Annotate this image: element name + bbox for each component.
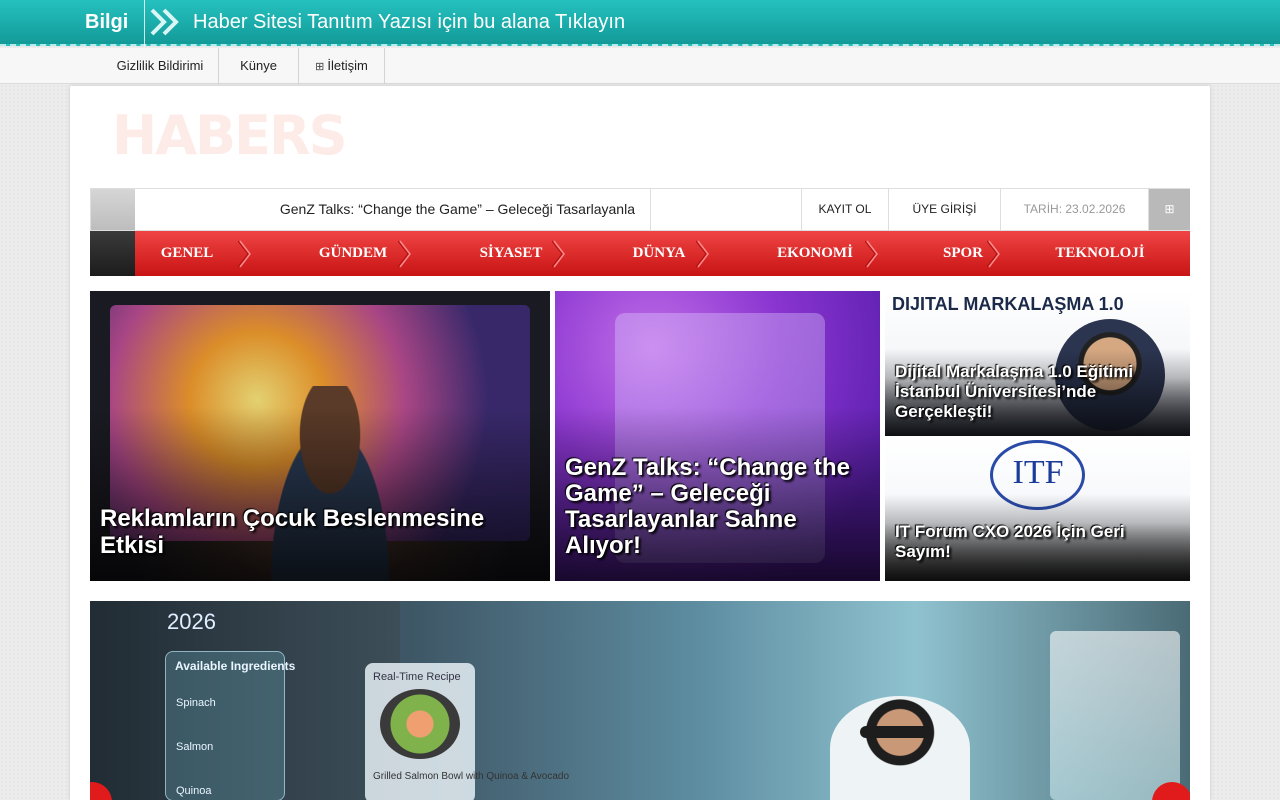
feature-title[interactable]: IT Forum CXO 2026 İçin Geri Sayım! bbox=[895, 522, 1178, 562]
secondary-nav: Gizlilik Bildirimi Künye ⊞ İletişim bbox=[0, 48, 1280, 84]
slider-image-glasses bbox=[860, 726, 932, 738]
feature-card[interactable]: GenZ Talks: “Change the Game” – Geleceği… bbox=[555, 291, 880, 581]
feature-card[interactable]: Reklamların Çocuk Beslenmesine Etkisi bbox=[90, 291, 550, 581]
double-chevron-right-icon bbox=[150, 8, 179, 36]
nav-privacy-label: Gizlilik Bildirimi bbox=[116, 58, 204, 73]
itf-logo: ITF bbox=[1012, 454, 1064, 491]
menu-separator-icon bbox=[238, 240, 251, 268]
menu-separator-icon bbox=[865, 240, 878, 268]
grid-icon[interactable]: ⊞ bbox=[1149, 189, 1190, 230]
menu-separator-icon bbox=[987, 240, 1000, 268]
grid-icon: ⊞ bbox=[315, 61, 325, 73]
category-genel[interactable]: GENEL bbox=[137, 231, 237, 276]
feature-card[interactable]: ITF IT Forum CXO 2026 İçin Geri Sayım! bbox=[885, 436, 1190, 581]
menu-separator-icon bbox=[552, 240, 565, 268]
site-logo[interactable]: HABERS bbox=[112, 108, 436, 164]
slider-image-text: Grilled Salmon Bowl with Quinoa & Avocad… bbox=[373, 771, 570, 782]
register-link[interactable]: KAYIT OL bbox=[801, 189, 889, 230]
slider-image-panel bbox=[165, 651, 285, 800]
nav-contact-label: İletişim bbox=[327, 58, 368, 73]
category-dunya[interactable]: DÜNYA bbox=[584, 231, 734, 276]
feature-title[interactable]: Reklamların Çocuk Beslenmesine Etkisi bbox=[100, 505, 538, 559]
slider-image-text: Salmon bbox=[176, 741, 214, 753]
nav-contact-link[interactable]: ⊞ İletişim bbox=[299, 48, 385, 84]
slider-image-bowl bbox=[380, 689, 460, 759]
feature-image-heading: DIJITAL MARKALAŞMA 1.0 bbox=[892, 294, 1124, 314]
category-teknoloji[interactable]: TEKNOLOJİ bbox=[1020, 231, 1180, 276]
divider bbox=[144, 0, 145, 46]
category-menu: GENEL GÜNDEM SİYASET DÜNYA EKONOMİ SPOR … bbox=[90, 231, 1190, 276]
slider-image-year: 2026 bbox=[167, 609, 216, 634]
feature-card[interactable]: DIJITAL MARKALAŞMA 1.0 Dijital Markalaşm… bbox=[885, 291, 1190, 436]
ticker-login-row: GenZ Talks: “Change the Game” – Geleceği… bbox=[90, 188, 1190, 231]
date-display: TARİH: 23.02.2026 bbox=[1001, 189, 1149, 230]
main-slider[interactable]: 2026 Available Ingredients Spinach Salmo… bbox=[90, 601, 1190, 800]
main-container: HABERS GenZ Talks: “Change the Game” – G… bbox=[70, 86, 1210, 800]
slider-image-text: Real-Time Recipe bbox=[373, 671, 461, 683]
slider-image-text: Spinach bbox=[176, 697, 216, 709]
top-info-bar: Bilgi Haber Sitesi Tanıtım Yazısı için b… bbox=[0, 0, 1280, 46]
menu-separator-icon bbox=[696, 240, 709, 268]
nav-privacy-link[interactable]: Gizlilik Bildirimi bbox=[102, 48, 219, 84]
menu-separator-icon bbox=[398, 240, 411, 268]
breaking-news-ticker[interactable]: GenZ Talks: “Change the Game” – Geleceği… bbox=[135, 189, 651, 230]
member-login-link[interactable]: ÜYE GİRİŞİ bbox=[889, 189, 1001, 230]
feature-title[interactable]: Dijital Markalaşma 1.0 Eğitimi İstanbul … bbox=[895, 362, 1178, 422]
promo-ticker-link[interactable]: Haber Sitesi Tanıtım Yazısı için bu alan… bbox=[193, 11, 625, 34]
slider-image-text: Available Ingredients bbox=[175, 659, 296, 673]
nav-kunye-link[interactable]: Künye bbox=[219, 48, 299, 84]
feature-title[interactable]: GenZ Talks: “Change the Game” – Geleceği… bbox=[565, 455, 868, 559]
category-spor[interactable]: SPOR bbox=[888, 231, 1038, 276]
nav-kunye-label: Künye bbox=[240, 58, 277, 73]
slider-image-figure bbox=[830, 696, 970, 800]
slider-image-shelf bbox=[1050, 631, 1180, 800]
info-label: Bilgi bbox=[85, 11, 129, 33]
slider-image-text: Quinoa bbox=[176, 785, 212, 797]
ticker-badge bbox=[91, 189, 135, 230]
home-block[interactable] bbox=[90, 231, 135, 276]
